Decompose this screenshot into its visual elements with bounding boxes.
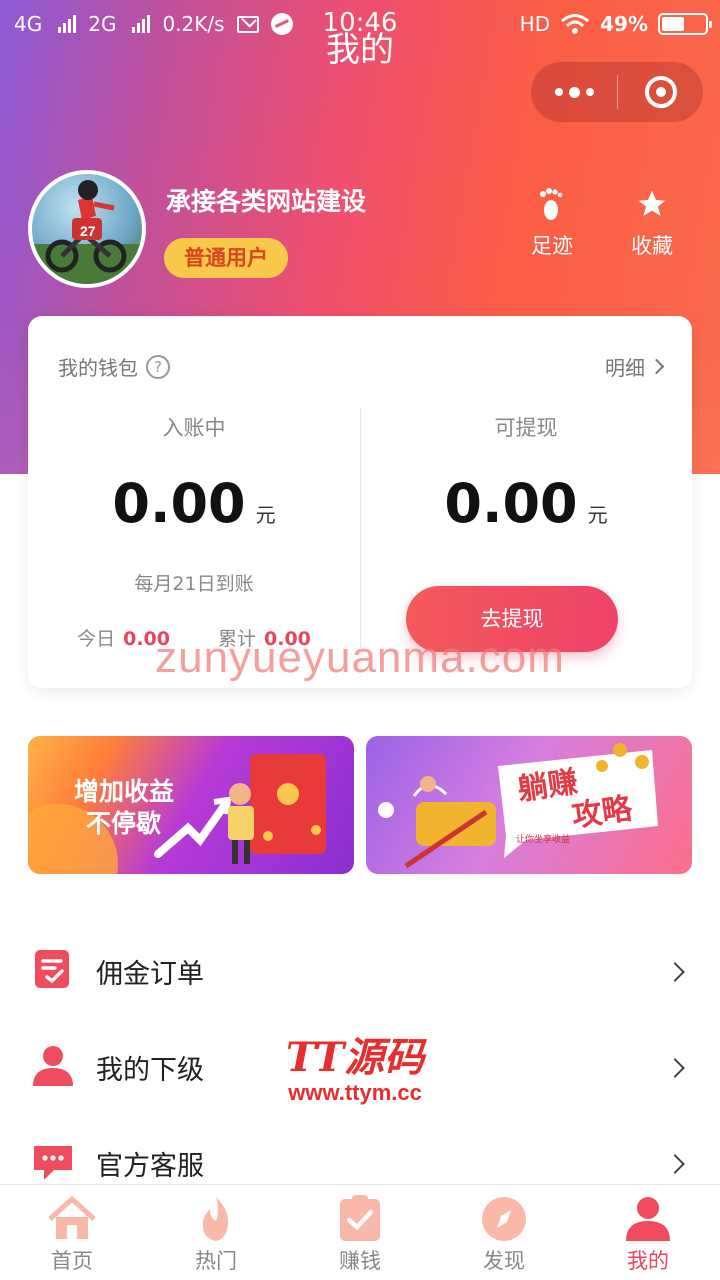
lying-earn-strategy-banner[interactable]: 躺赚 攻略 让你坐享收益 xyxy=(366,736,692,874)
tab-mine[interactable]: 我的 xyxy=(576,1185,720,1280)
menu-item-label: 我的下级 xyxy=(96,1055,204,1086)
footprint-button[interactable]: 足迹 xyxy=(512,184,592,260)
wallet-title-text: 我的钱包 xyxy=(58,356,138,380)
compass-icon xyxy=(482,1197,526,1241)
tab-home[interactable]: 首页 xyxy=(0,1185,144,1280)
home-icon xyxy=(48,1196,96,1239)
withdrawable-label: 可提现 xyxy=(494,416,558,440)
user-level-badge: 普通用户 xyxy=(164,238,288,278)
withdrawable-amount-value: 0.00 xyxy=(444,472,578,535)
svg-text:27: 27 xyxy=(80,223,96,239)
close-mini-program-button[interactable] xyxy=(618,62,703,122)
user-icon xyxy=(626,1197,670,1241)
target-circle-icon xyxy=(644,76,677,108)
tab-discover[interactable]: 发现 xyxy=(432,1185,576,1280)
dot-icon xyxy=(585,88,594,96)
tt-watermark-title: TT源码 xyxy=(286,1034,425,1081)
tab-label: 发现 xyxy=(483,1249,525,1273)
menu-item-label: 官方客服 xyxy=(96,1151,204,1182)
menu-item-commission-orders[interactable]: 佣金订单 xyxy=(0,922,720,1018)
help-icon[interactable]: ? xyxy=(146,354,170,379)
star-icon xyxy=(612,184,692,224)
username: 承接各类网站建设 xyxy=(166,187,367,216)
more-options-button[interactable] xyxy=(531,62,617,122)
pending-label: 入账中 xyxy=(162,416,226,440)
increase-earnings-banner[interactable]: 增加收益 不停歇 xyxy=(28,736,354,874)
wallet-detail-link[interactable]: 明细 xyxy=(605,352,665,381)
tab-earn[interactable]: 赚钱 xyxy=(288,1185,432,1280)
site-watermark: zunyueyuanma.com xyxy=(155,633,565,682)
chevron-right-icon xyxy=(665,1154,685,1175)
pending-amount: 0.00 元 xyxy=(28,472,360,535)
tab-label: 我的 xyxy=(627,1249,669,1273)
user-icon xyxy=(33,1046,73,1086)
favorites-button[interactable]: 收藏 xyxy=(612,184,692,260)
pending-column: 入账中 0.00 元 每月21日到账 今日 0.00 累计 0.00 xyxy=(28,412,360,651)
tab-label: 首页 xyxy=(51,1249,93,1273)
tt-watermark-url: www.ttym.cc xyxy=(288,1080,422,1105)
chevron-right-icon xyxy=(665,1058,685,1079)
bottom-tab-bar: 首页 热门 赚钱 发现 我的 xyxy=(0,1184,720,1280)
chat-bubble-icon xyxy=(34,1146,72,1180)
chevron-right-icon xyxy=(648,358,665,375)
dot-icon xyxy=(568,86,580,98)
favorites-label: 收藏 xyxy=(631,234,673,258)
flame-icon xyxy=(202,1197,229,1241)
motocross-rider-image: 27 xyxy=(32,180,142,284)
withdrawable-amount-unit: 元 xyxy=(587,503,608,527)
withdrawable-amount: 0.00 元 xyxy=(360,472,692,535)
banner-left-line1: 增加收益 xyxy=(74,777,175,806)
banner-right-caption: 让你坐享收益 xyxy=(516,835,571,845)
menu-item-label: 佣金订单 xyxy=(96,959,204,990)
checklist-icon xyxy=(340,1195,380,1241)
chevron-right-icon xyxy=(665,962,685,983)
mini-program-capsule xyxy=(531,62,703,122)
tab-label: 赚钱 xyxy=(339,1249,381,1273)
wallet-title: 我的钱包 ? xyxy=(58,352,170,381)
withdrawable-column: 可提现 0.00 元 xyxy=(360,412,692,535)
settlement-note: 每月21日到账 xyxy=(134,573,254,595)
order-list-icon xyxy=(35,950,69,988)
dot-icon xyxy=(554,88,563,96)
banner-left-line2: 不停歇 xyxy=(86,809,162,838)
avatar[interactable]: 27 xyxy=(28,170,146,288)
pending-amount-unit: 元 xyxy=(255,503,276,527)
tab-label: 热门 xyxy=(195,1249,237,1273)
pending-amount-value: 0.00 xyxy=(112,472,246,535)
tab-hot[interactable]: 热门 xyxy=(144,1185,288,1280)
tt-watermark: TT源码 www.ttym.cc xyxy=(286,1036,424,1106)
footprint-icon xyxy=(512,184,592,224)
banner-left-text: 增加收益 不停歇 xyxy=(74,776,174,840)
footprint-label: 足迹 xyxy=(531,234,573,258)
wallet-detail-label: 明细 xyxy=(605,356,645,380)
